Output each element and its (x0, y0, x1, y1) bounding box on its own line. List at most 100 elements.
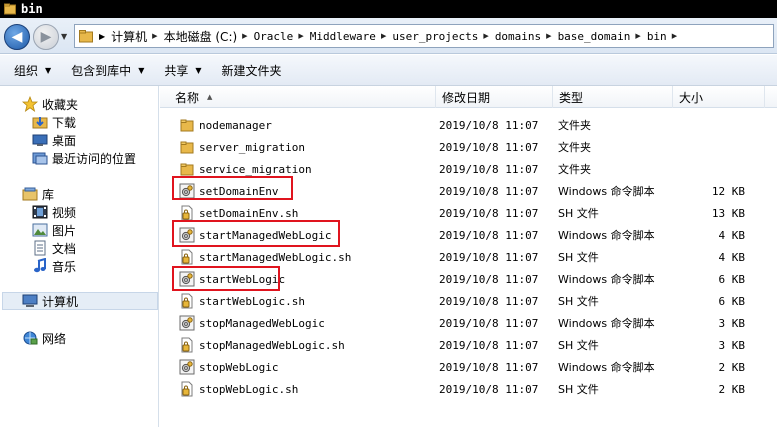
command-toolbar: 组织 ▼ 包含到库中 ▼ 共享 ▼ 新建文件夹 (0, 55, 777, 86)
include-in-library-button[interactable]: 包含到库中 ▼ (71, 62, 144, 79)
file-size: 2 KB (718, 382, 746, 396)
file-date-modified: 2019/10/8 11:07 (439, 316, 539, 330)
nav-music[interactable]: 音乐 (32, 257, 76, 275)
nav-documents[interactable]: 文档 (32, 239, 76, 257)
file-size: 3 KB (718, 338, 746, 352)
folder-icon (178, 136, 196, 158)
column-header-date[interactable]: 修改日期 (436, 86, 553, 108)
column-header-type[interactable]: 类型 (553, 86, 673, 108)
sh-file-icon (178, 334, 196, 356)
file-size: 6 KB (718, 294, 746, 308)
folder-icon (79, 30, 93, 43)
file-type: Windows 命令脚本 (558, 185, 655, 198)
file-size (677, 114, 745, 136)
desktop-icon (32, 132, 48, 148)
chevron-down-icon: ▼ (195, 65, 202, 75)
breadcrumb-domains[interactable]: domains ▶ (495, 30, 558, 43)
chevron-right-icon[interactable]: ▶ (381, 32, 386, 40)
nav-libraries[interactable]: 库 (22, 185, 54, 203)
chevron-right-icon[interactable]: ▶ (635, 32, 640, 40)
column-header-name[interactable]: 名称 ▲ (169, 86, 436, 108)
file-row[interactable]: server_migration 2019/10/8 11:07 文件夹 (160, 136, 777, 158)
file-type: Windows 命令脚本 (558, 317, 655, 330)
nav-computer[interactable]: 计算机 (2, 292, 158, 310)
nav-desktop[interactable]: 桌面 (32, 131, 76, 149)
file-type: 文件夹 (558, 141, 591, 154)
file-name: startWebLogic.sh (199, 294, 305, 308)
nav-favorites[interactable]: 收藏夹 (22, 95, 78, 113)
file-row[interactable]: nodemanager 2019/10/8 11:07 文件夹 (160, 114, 777, 136)
chevron-right-icon[interactable]: ▶ (99, 32, 105, 41)
file-date-modified: 2019/10/8 11:07 (439, 360, 539, 374)
highlight-box-setdomainenv (172, 176, 293, 200)
chevron-right-icon[interactable]: ▶ (298, 32, 303, 40)
file-size: 6 KB (718, 272, 746, 286)
file-date-modified: 2019/10/8 11:07 (439, 382, 539, 396)
library-icon (22, 186, 38, 202)
file-row[interactable]: stopManagedWebLogic 2019/10/8 11:07 Window… (160, 312, 777, 334)
file-name: stopManagedWebLogic (199, 316, 325, 330)
file-type: 文件夹 (558, 163, 591, 176)
back-button[interactable]: ◀ (4, 24, 30, 50)
file-name: stopManagedWebLogic.sh (199, 338, 345, 352)
breadcrumb-oracle[interactable]: Oracle ▶ (254, 30, 310, 43)
chevron-right-icon[interactable]: ▶ (242, 32, 247, 40)
window-title: bin (21, 2, 43, 16)
file-type: 文件夹 (558, 119, 591, 132)
nav-network[interactable]: 网络 (22, 329, 66, 347)
nav-recent-places[interactable]: 最近访问的位置 (32, 149, 136, 167)
file-row[interactable]: stopWebLogic 2019/10/8 11:07 Windows 命令脚本 2… (160, 356, 777, 378)
sh-file-icon (178, 290, 196, 312)
network-icon (22, 330, 38, 346)
highlight-box-startweblogic (172, 266, 280, 291)
folder-icon (178, 114, 196, 136)
navigation-bar: ◀ ▶ ▼ ▶ 计算机 ▶ 本地磁盘 (C:) ▶ Oracle ▶ Middlewa… (0, 18, 777, 54)
file-date-modified: 2019/10/8 11:07 (439, 206, 539, 220)
file-type: Windows 命令脚本 (558, 229, 655, 242)
file-name: stopWebLogic (199, 360, 279, 374)
title-bar: bin (0, 0, 777, 18)
share-button[interactable]: 共享 ▼ (164, 62, 201, 79)
star-icon (22, 96, 38, 112)
chevron-right-icon[interactable]: ▶ (152, 32, 157, 40)
file-date-modified: 2019/10/8 11:07 (439, 250, 539, 264)
file-type: Windows 命令脚本 (558, 361, 655, 374)
chevron-right-icon[interactable]: ▶ (483, 32, 488, 40)
file-row[interactable]: stopManagedWebLogic.sh 2019/10/8 11:07 SH … (160, 334, 777, 356)
forward-button[interactable]: ▶ (33, 24, 59, 50)
chevron-down-icon: ▼ (45, 65, 52, 75)
breadcrumb-local-disk[interactable]: 本地磁盘 (C:) ▶ (164, 28, 254, 45)
breadcrumb-computer[interactable]: 计算机 ▶ (111, 28, 163, 45)
file-size: 13 KB (711, 206, 745, 220)
file-row[interactable]: stopWebLogic.sh 2019/10/8 11:07 SH 文件 2 KB (160, 378, 777, 400)
nav-pictures[interactable]: 图片 (32, 221, 76, 239)
address-bar[interactable]: ▶ 计算机 ▶ 本地磁盘 (C:) ▶ Oracle ▶ Middleware ▶ us… (74, 24, 774, 48)
history-dropdown-icon[interactable]: ▼ (61, 32, 67, 41)
video-icon (32, 204, 48, 220)
file-row[interactable]: startManagedWebLogic.sh 2019/10/8 11:07 SH… (160, 246, 777, 268)
column-header-size[interactable]: 大小 (673, 86, 765, 108)
organize-button[interactable]: 组织 ▼ (14, 62, 51, 79)
nav-downloads[interactable]: 下载 (32, 113, 76, 131)
batch-file-icon (178, 312, 196, 334)
download-folder-icon (32, 114, 48, 130)
column-header: 名称 ▲ 修改日期 类型 大小 (160, 86, 777, 108)
file-type: SH 文件 (558, 251, 599, 264)
breadcrumb-base-domain[interactable]: base_domain ▶ (558, 30, 647, 43)
file-date-modified: 2019/10/8 11:07 (439, 140, 539, 154)
chevron-right-icon[interactable]: ▶ (546, 32, 551, 40)
folder-icon (4, 3, 16, 15)
breadcrumb-user-projects[interactable]: user_projects ▶ (392, 30, 494, 43)
file-row[interactable]: startWebLogic.sh 2019/10/8 11:07 SH 文件 6 KB (160, 290, 777, 312)
picture-icon (32, 222, 48, 238)
highlight-box-startmanagedweblogic (172, 220, 340, 247)
file-date-modified: 2019/10/8 11:07 (439, 228, 539, 242)
sh-file-icon (178, 246, 196, 268)
breadcrumb-middleware[interactable]: Middleware ▶ (310, 30, 393, 43)
file-name: startManagedWebLogic.sh (199, 250, 352, 264)
breadcrumb-bin[interactable]: bin ▶ (647, 30, 683, 43)
new-folder-button[interactable]: 新建文件夹 (222, 62, 282, 79)
file-size (677, 158, 745, 180)
nav-videos[interactable]: 视频 (32, 203, 76, 221)
chevron-right-icon[interactable]: ▶ (672, 32, 677, 40)
